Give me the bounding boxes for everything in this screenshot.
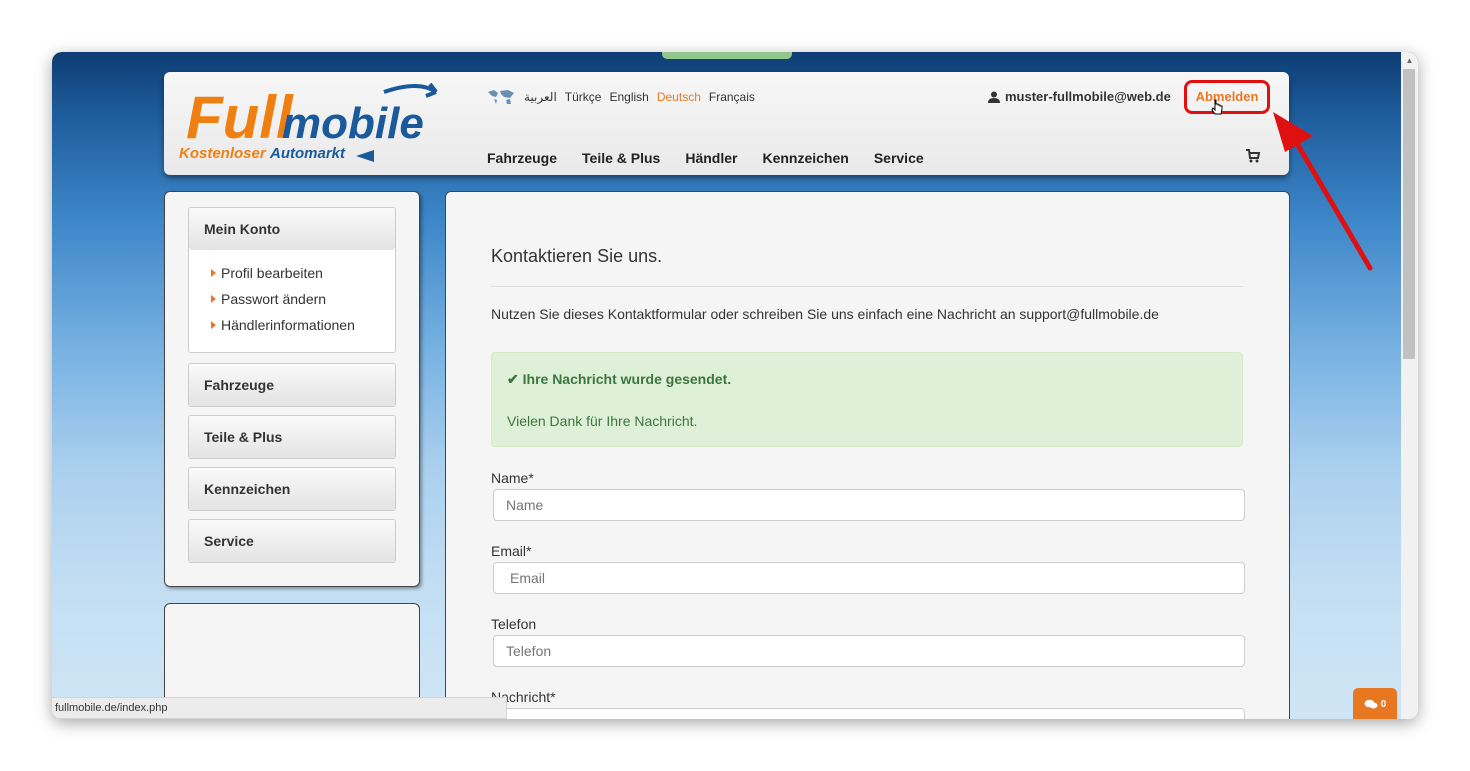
scrollbar-thumb[interactable]: [1403, 69, 1415, 359]
email-input[interactable]: [493, 562, 1245, 594]
sidebar-item-teile-plus[interactable]: Teile & Plus: [188, 415, 396, 459]
sidebar-link-profile[interactable]: Profil bearbeiten: [211, 260, 395, 286]
top-tab[interactable]: [662, 52, 792, 59]
alert-message: Vielen Dank für Ihre Nachricht.: [507, 413, 698, 429]
message-textarea[interactable]: [493, 708, 1245, 719]
contact-intro: Nutzen Sie dieses Kontaktformular oder s…: [491, 306, 1159, 322]
nav-haendler[interactable]: Händler: [685, 150, 737, 166]
site-header: Full mobile Kostenloser Automarkt العربي…: [164, 72, 1289, 175]
sidebar-account-title[interactable]: Mein Konto: [189, 208, 395, 250]
contact-panel: Kontaktieren Sie uns. Nutzen Sie dieses …: [445, 191, 1290, 719]
sidebar-account-links: Profil bearbeiten Passwort ändern Händle…: [189, 250, 395, 338]
page-title: Kontaktieren Sie uns.: [491, 246, 663, 266]
sidebar-item-fahrzeuge[interactable]: Fahrzeuge: [188, 363, 396, 407]
language-bar: العربية Türkçe English Deutsch Français: [486, 88, 755, 106]
phone-label: Telefon: [491, 616, 537, 632]
nav-service[interactable]: Service: [874, 150, 924, 166]
sidebar-link-dealer-info[interactable]: Händlerinformationen: [211, 312, 395, 338]
logo-tagline-1: Kostenloser: [179, 145, 267, 162]
user-icon: [988, 91, 1000, 103]
sidebar: Mein Konto Profil bearbeiten Passwort än…: [164, 191, 420, 587]
caret-right-icon: [211, 321, 216, 329]
lang-english[interactable]: English: [609, 90, 648, 104]
chat-button[interactable]: 0: [1353, 688, 1397, 719]
nav-kennzeichen[interactable]: Kennzeichen: [762, 150, 848, 166]
status-bar-url: fullmobile.de/index.php: [52, 697, 507, 719]
logo-arrow-top: [383, 82, 438, 98]
caret-right-icon: [211, 269, 216, 277]
fullmobile-logo[interactable]: Full mobile Kostenloser Automarkt: [174, 80, 449, 170]
logo-tagline-2: Automarkt: [269, 145, 346, 162]
nav-teile-plus[interactable]: Teile & Plus: [582, 150, 660, 166]
lang-turkish[interactable]: Türkçe: [565, 90, 602, 104]
name-input[interactable]: [493, 489, 1245, 521]
scroll-up-arrow-icon[interactable]: ▲: [1401, 52, 1418, 69]
name-label: Name*: [491, 470, 534, 486]
vertical-scrollbar[interactable]: ▲: [1401, 52, 1418, 719]
user-email: muster-fullmobile@web.de: [1005, 89, 1171, 104]
logout-button[interactable]: Abmelden: [1184, 80, 1270, 114]
success-alert: ✔ Ihre Nachricht wurde gesendet. Vielen …: [491, 352, 1243, 447]
user-account[interactable]: muster-fullmobile@web.de: [988, 89, 1171, 104]
lang-french[interactable]: Français: [709, 90, 755, 104]
alert-title: ✔ Ihre Nachricht wurde gesendet.: [507, 371, 732, 387]
sidebar-item-service[interactable]: Service: [188, 519, 396, 563]
check-icon: ✔: [507, 371, 519, 387]
logo-text-mobile: mobile: [282, 99, 424, 148]
mouse-cursor-icon: [1211, 99, 1223, 115]
caret-right-icon: [211, 295, 216, 303]
sidebar-account-box: Mein Konto Profil bearbeiten Passwort än…: [188, 207, 396, 353]
phone-input[interactable]: [493, 635, 1245, 667]
chat-bubbles-icon: [1364, 699, 1378, 708]
main-nav: Fahrzeuge Teile & Plus Händler Kennzeich…: [487, 150, 924, 166]
nav-fahrzeuge[interactable]: Fahrzeuge: [487, 150, 557, 166]
lang-german[interactable]: Deutsch: [657, 90, 701, 104]
sidebar-link-password[interactable]: Passwort ändern: [211, 286, 395, 312]
globe-icon: [488, 90, 514, 104]
browser-window: Full mobile Kostenloser Automarkt العربي…: [52, 52, 1418, 719]
cart-icon[interactable]: [1245, 148, 1261, 164]
logo-arrow-bottom: [356, 150, 374, 162]
chat-count: 0: [1380, 698, 1387, 710]
sidebar-item-kennzeichen[interactable]: Kennzeichen: [188, 467, 396, 511]
lang-arabic[interactable]: العربية: [524, 90, 557, 104]
logo-text-full: Full: [186, 84, 294, 151]
annotation-arrow-icon: [1273, 112, 1373, 271]
title-divider: [491, 286, 1243, 287]
email-label: Email*: [491, 543, 532, 559]
